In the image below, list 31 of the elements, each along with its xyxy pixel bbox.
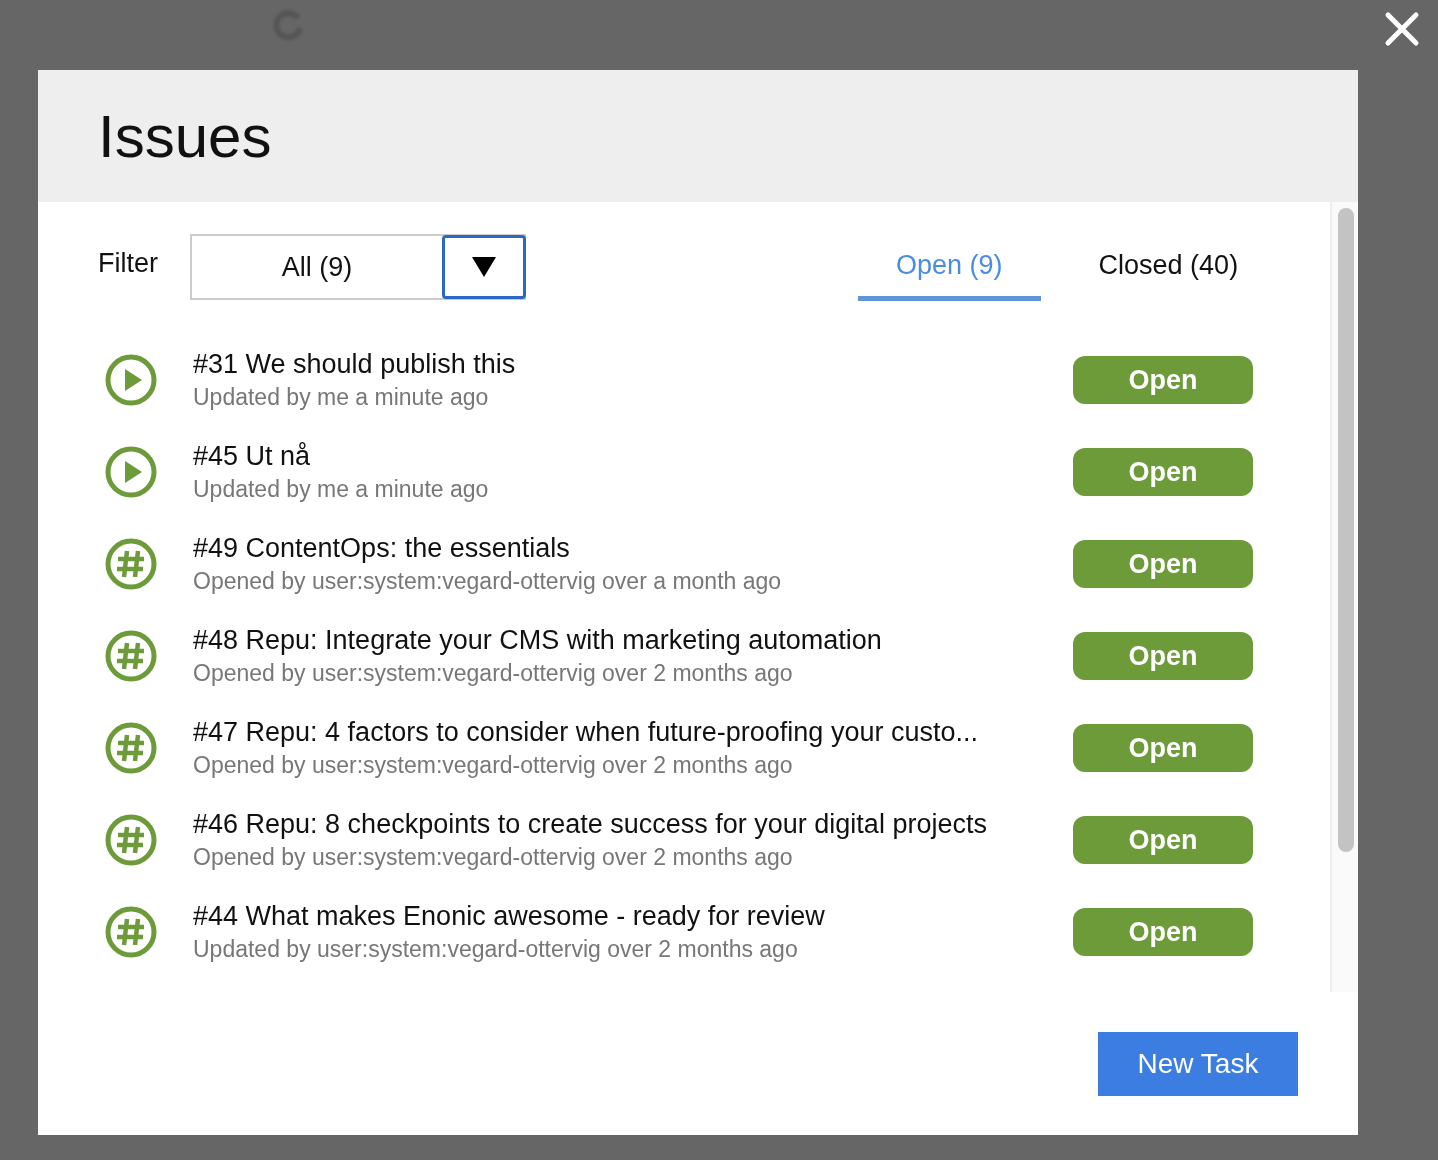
- filter-dropdown[interactable]: All (9): [190, 234, 526, 300]
- filter-value: All (9): [280, 251, 354, 284]
- issue-title[interactable]: #49 ContentOps: the essentials: [193, 531, 1073, 565]
- caret-icon: [472, 257, 496, 277]
- hash-circle-icon: [105, 814, 157, 866]
- issue-meta: Updated by me a minute ago: [193, 475, 490, 504]
- issue-meta: Opened by user:system:vegard-ottervig over 2 months ago: [193, 751, 794, 780]
- hash-circle-icon: [105, 906, 157, 958]
- issue-meta: Updated by user:system:vegard-ottervig over 2 months ago: [193, 935, 799, 964]
- dialog-title: Issues: [98, 101, 272, 171]
- issue-title[interactable]: #47 Repu: 4 factors to consider when future-proofing your custo...: [193, 715, 1073, 749]
- issue-title[interactable]: #45 Ut nå: [193, 439, 1073, 473]
- hash-circle-icon: [105, 538, 157, 590]
- new-task-button[interactable]: New Task: [1098, 1032, 1298, 1096]
- hash-circle-icon: [105, 722, 157, 774]
- status-tab[interactable]: Closed (40): [1060, 234, 1277, 301]
- issue-meta: Opened by user:system:vegard-ottervig over a month ago: [193, 567, 783, 596]
- dropdown-toggle-button[interactable]: [442, 235, 526, 299]
- hash-circle-icon: [105, 630, 157, 682]
- issue-meta: Opened by user:system:vegard-ottervig over 2 months ago: [193, 659, 794, 688]
- issue-title[interactable]: #48 Repu: Integrate your CMS with marketing automation: [193, 623, 1073, 657]
- issue-title[interactable]: #46 Repu: 8 checkpoints to create success for your digital projects: [193, 807, 1073, 841]
- play-circle-icon: [105, 446, 157, 498]
- close-icon[interactable]: [1384, 11, 1420, 47]
- issue-meta: Opened by user:system:vegard-ottervig over 2 months ago: [193, 843, 794, 872]
- issue-title[interactable]: #44 What makes Enonic awesome - ready for review: [193, 899, 1073, 933]
- play-circle-icon: [105, 354, 157, 406]
- issue-meta: Updated by me a minute ago: [193, 383, 490, 412]
- scrollbar-thumb[interactable]: [1338, 208, 1354, 852]
- issue-title[interactable]: #31 We should publish this: [193, 347, 1073, 381]
- filter-label: Filter: [98, 248, 159, 279]
